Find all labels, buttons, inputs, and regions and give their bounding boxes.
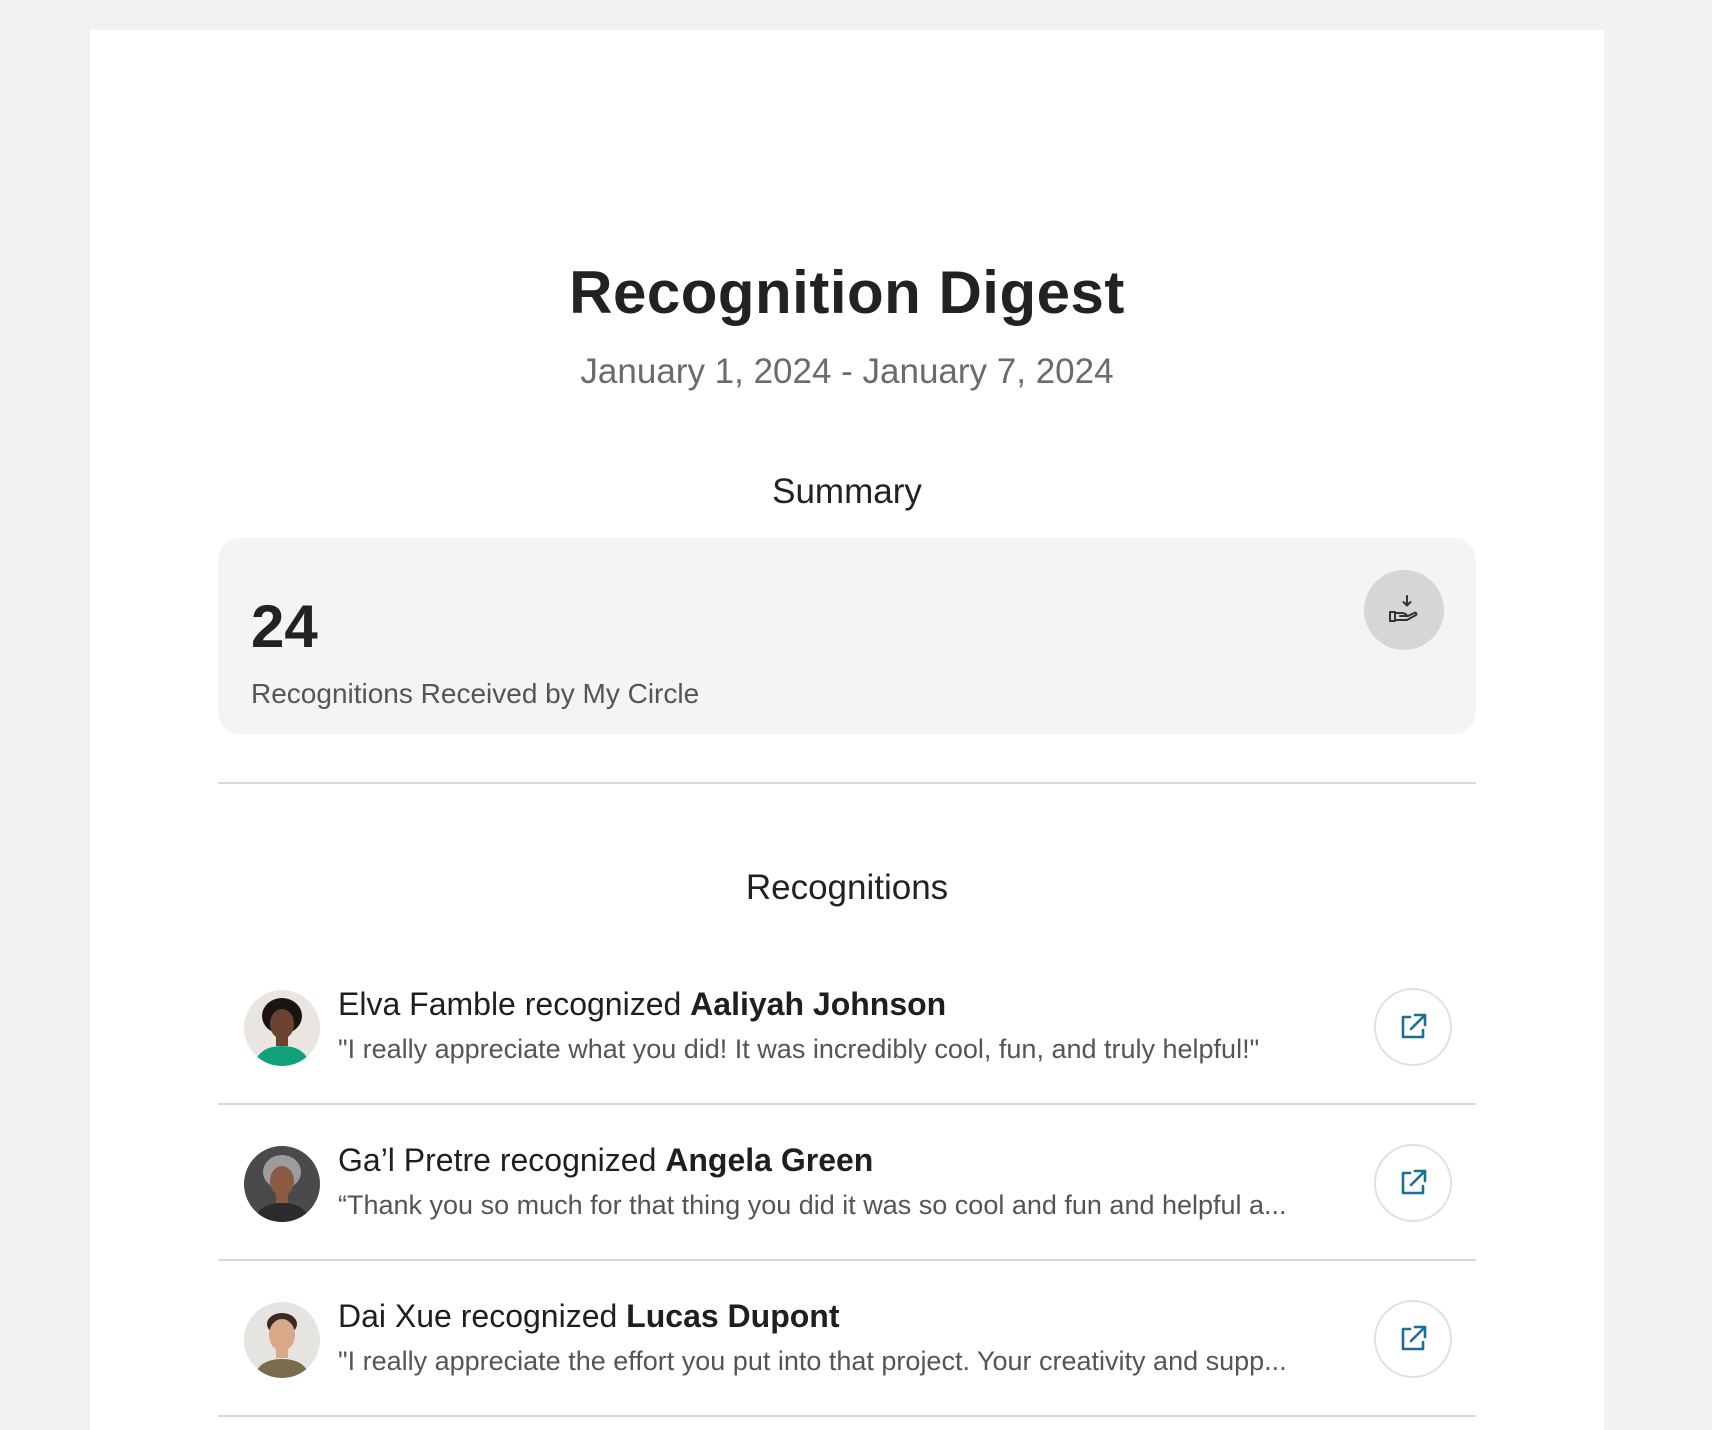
recognition-count: 24 — [251, 593, 318, 660]
avatar — [244, 1302, 320, 1378]
recognition-title: Dai Xue recognized Lucas Dupont — [338, 1298, 840, 1335]
date-range: January 1, 2024 - January 7, 2024 — [580, 352, 1114, 391]
summary-heading: Summary — [772, 472, 922, 511]
recognition-count-label: Recognitions Received by My Circle — [251, 678, 700, 709]
giver-name: Dai Xue — [338, 1298, 452, 1334]
recognition-quote: “Thank you so much for that thing you di… — [338, 1190, 1287, 1220]
divider — [218, 1259, 1476, 1261]
divider — [218, 782, 1476, 784]
recognition-title: Ga’l Pretre recognized Angela Green — [338, 1142, 873, 1179]
recipient-name: Lucas Dupont — [626, 1298, 840, 1334]
digest-card: Recognition Digest January 1, 2024 - Jan… — [90, 30, 1604, 1430]
summary-card: 24 Recognitions Received by My Circle — [218, 538, 1476, 734]
open-recognition-button[interactable] — [1374, 1300, 1452, 1378]
page-title: Recognition Digest — [569, 259, 1125, 326]
external-link-icon — [1401, 1013, 1427, 1039]
recognition-quote: "I really appreciate the effort you put … — [338, 1346, 1287, 1376]
giver-name: Elva Famble — [338, 986, 516, 1022]
recognition-title: Elva Famble recognized Aaliyah Johnson — [338, 986, 946, 1023]
external-link-icon — [1401, 1325, 1427, 1351]
recognition-quote: "I really appreciate what you did! It wa… — [338, 1034, 1260, 1064]
divider — [218, 1415, 1476, 1417]
open-recognition-button[interactable] — [1374, 988, 1452, 1066]
recognized-verb: recognized — [460, 1298, 618, 1334]
recognition-row: Dai Xue recognized Lucas Dupont "I reall… — [218, 1262, 1476, 1417]
recipient-name: Aaliyah Johnson — [690, 986, 947, 1022]
giver-name: Ga’l Pretre — [338, 1142, 491, 1178]
recipient-name: Angela Green — [665, 1142, 874, 1178]
recognitions-heading: Recognitions — [745, 868, 949, 907]
avatar — [244, 990, 320, 1066]
recognized-verb: recognized — [499, 1142, 657, 1178]
divider — [218, 1103, 1476, 1105]
external-link-icon — [1401, 1169, 1427, 1195]
avatar — [244, 1146, 320, 1222]
recognized-verb: recognized — [524, 986, 682, 1022]
hand-receive-icon — [1364, 570, 1444, 650]
recognition-row: Elva Famble recognized Aaliyah Johnson "… — [218, 950, 1476, 1105]
recognition-row: Ga’l Pretre recognized Angela Green “Tha… — [218, 1106, 1476, 1261]
open-recognition-button[interactable] — [1374, 1144, 1452, 1222]
